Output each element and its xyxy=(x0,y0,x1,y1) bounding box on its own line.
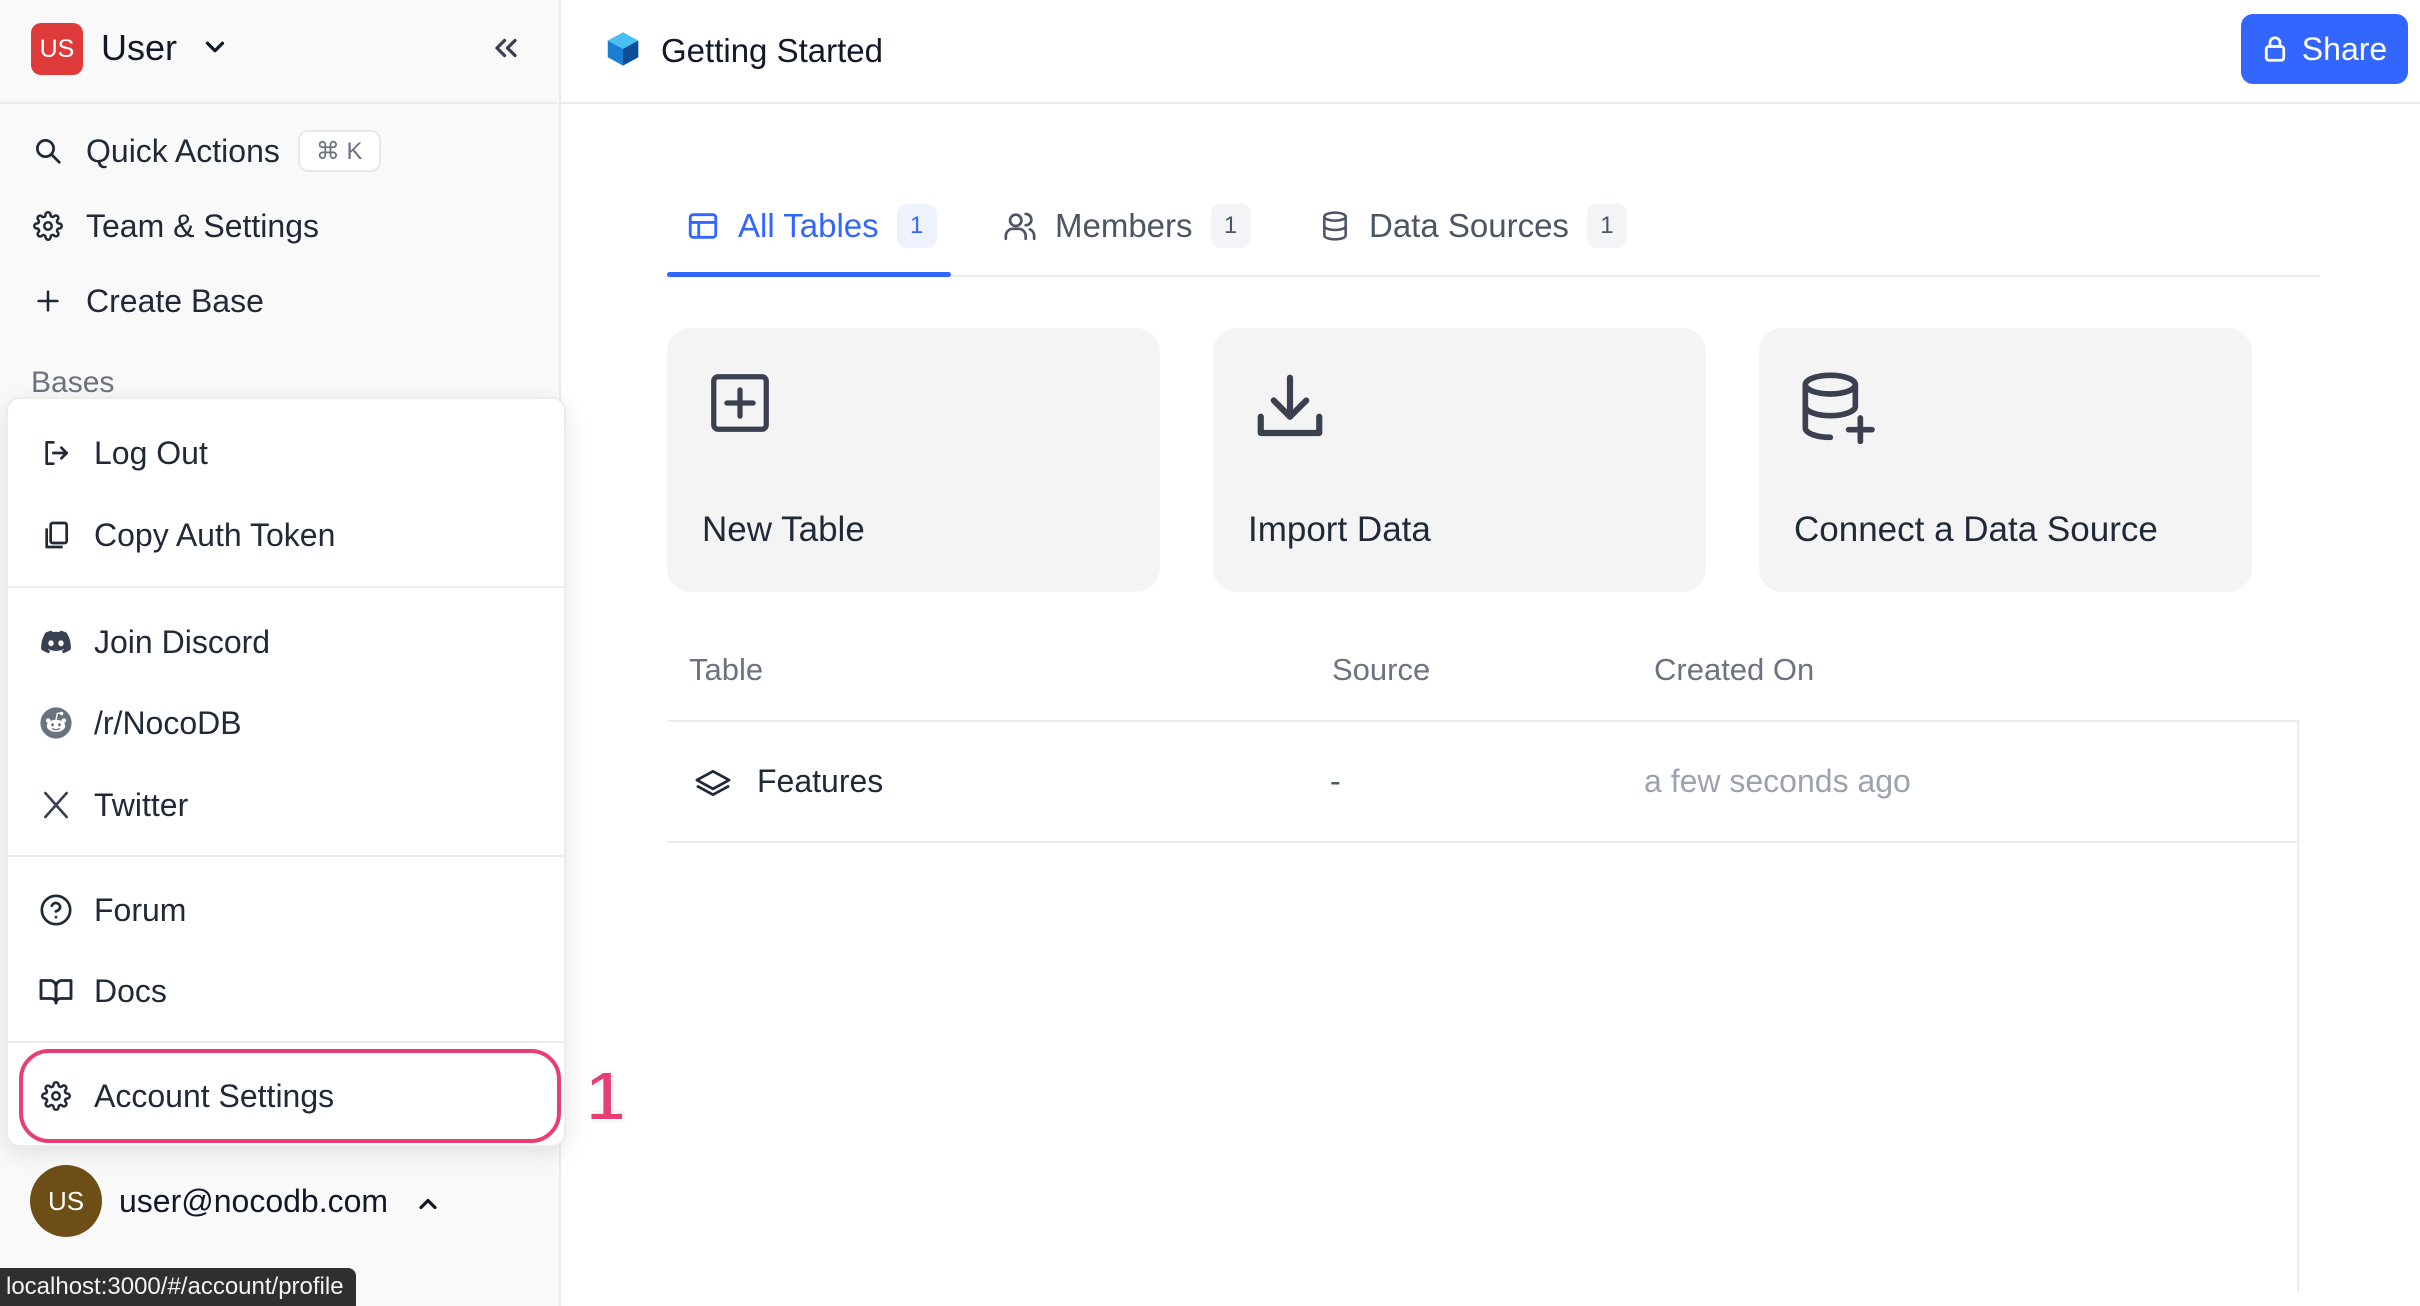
menu-forum[interactable]: Forum xyxy=(38,880,186,940)
reddit-icon xyxy=(38,705,74,741)
share-button[interactable]: Share xyxy=(2241,14,2408,84)
table-icon xyxy=(686,209,720,243)
copy-auth-token-label: Copy Auth Token xyxy=(94,516,336,553)
row-source: - xyxy=(1330,763,1341,799)
tab-label: All Tables xyxy=(738,207,879,244)
team-settings-item[interactable]: Team & Settings xyxy=(30,197,319,255)
base-title: Getting Started xyxy=(661,32,883,69)
user-email[interactable]: user@nocodb.com xyxy=(119,1183,388,1220)
new-table-card[interactable]: New Table xyxy=(667,328,1160,592)
plus-icon xyxy=(30,283,66,319)
active-tab-indicator xyxy=(667,272,951,277)
tab-count-badge: 1 xyxy=(1586,204,1627,248)
menu-join-discord[interactable]: Join Discord xyxy=(38,612,270,672)
collapse-sidebar-icon[interactable] xyxy=(488,30,524,66)
twitter-label: Twitter xyxy=(94,786,189,823)
tab-count-badge: 1 xyxy=(896,204,937,248)
tab-count-badge: 1 xyxy=(1210,204,1251,248)
book-open-icon xyxy=(38,973,74,1009)
row-table-name[interactable]: Features xyxy=(757,763,883,800)
search-icon xyxy=(30,133,66,169)
chevron-down-icon[interactable] xyxy=(200,32,230,62)
workspace-badge[interactable]: US xyxy=(31,23,83,75)
help-circle-icon xyxy=(38,892,74,928)
bases-section-label: Bases xyxy=(31,366,115,399)
base-icon xyxy=(606,31,640,67)
docs-label: Docs xyxy=(94,972,167,1009)
tab-data-sources[interactable]: Data Sources 1 xyxy=(1319,196,1627,256)
forum-label: Forum xyxy=(94,891,187,928)
card-label: Connect a Data Source xyxy=(1794,510,2158,549)
column-header-created-on: Created On xyxy=(1654,652,1815,687)
chevron-up-icon[interactable] xyxy=(414,1190,442,1218)
database-plus-icon xyxy=(1797,368,1877,448)
layers-icon xyxy=(694,768,732,798)
table-row-divider xyxy=(667,841,2300,843)
card-label: New Table xyxy=(702,510,865,549)
step-marker: 1 xyxy=(585,1056,626,1136)
avatar[interactable]: US xyxy=(30,1165,102,1237)
gear-icon xyxy=(30,208,66,244)
plus-square-icon xyxy=(705,368,775,438)
x-twitter-icon xyxy=(38,787,74,823)
tab-label: Data Sources xyxy=(1369,207,1569,244)
table-header-divider xyxy=(667,720,2300,722)
column-header-source: Source xyxy=(1332,652,1431,687)
row-created-on: a few seconds ago xyxy=(1644,763,1911,799)
menu-divider xyxy=(8,855,564,857)
workspace-header: US User xyxy=(0,0,559,104)
quick-actions-item[interactable]: Quick Actions ⌘ K xyxy=(30,122,381,180)
download-icon xyxy=(1251,368,1329,446)
share-label: Share xyxy=(2301,30,2388,67)
column-header-table: Table xyxy=(689,652,764,687)
team-settings-label: Team & Settings xyxy=(86,207,319,244)
account-menu: Log Out Copy Auth Token Join Discord /r/… xyxy=(6,397,566,1147)
menu-account-settings[interactable]: Account Settings xyxy=(38,1066,334,1126)
status-bar-url: localhost:3000/#/account/profile xyxy=(0,1268,356,1306)
discord-icon xyxy=(38,624,74,660)
account-settings-label: Account Settings xyxy=(94,1077,335,1114)
create-base-item[interactable]: Create Base xyxy=(30,272,264,330)
quick-actions-label: Quick Actions xyxy=(86,132,280,169)
workspace-name[interactable]: User xyxy=(101,27,177,69)
database-icon xyxy=(1319,210,1351,242)
log-out-icon xyxy=(38,435,74,471)
create-base-label: Create Base xyxy=(86,282,264,319)
card-label: Import Data xyxy=(1248,510,1431,549)
shortcut-badge: ⌘ K xyxy=(297,130,381,172)
tab-all-tables[interactable]: All Tables 1 xyxy=(686,196,937,256)
menu-divider xyxy=(8,1041,564,1043)
users-icon xyxy=(1003,209,1037,243)
lock-icon xyxy=(2262,34,2288,64)
top-bar: Getting Started Share xyxy=(561,0,2420,104)
log-out-label: Log Out xyxy=(94,434,208,471)
copy-icon xyxy=(38,517,74,553)
menu-log-out[interactable]: Log Out xyxy=(38,423,208,483)
gear-icon xyxy=(38,1078,74,1114)
menu-twitter[interactable]: Twitter xyxy=(38,775,188,835)
menu-docs[interactable]: Docs xyxy=(38,961,167,1021)
menu-reddit[interactable]: /r/NocoDB xyxy=(38,693,242,753)
menu-divider xyxy=(8,586,564,588)
connect-data-source-card[interactable]: Connect a Data Source xyxy=(1759,328,2252,592)
tab-label: Members xyxy=(1055,207,1193,244)
menu-copy-auth-token[interactable]: Copy Auth Token xyxy=(38,505,335,565)
join-discord-label: Join Discord xyxy=(94,623,271,660)
tab-members[interactable]: Members 1 xyxy=(1003,196,1251,256)
scrollbar-track[interactable] xyxy=(2297,722,2299,1292)
import-data-card[interactable]: Import Data xyxy=(1213,328,1706,592)
reddit-label: /r/NocoDB xyxy=(94,704,242,741)
